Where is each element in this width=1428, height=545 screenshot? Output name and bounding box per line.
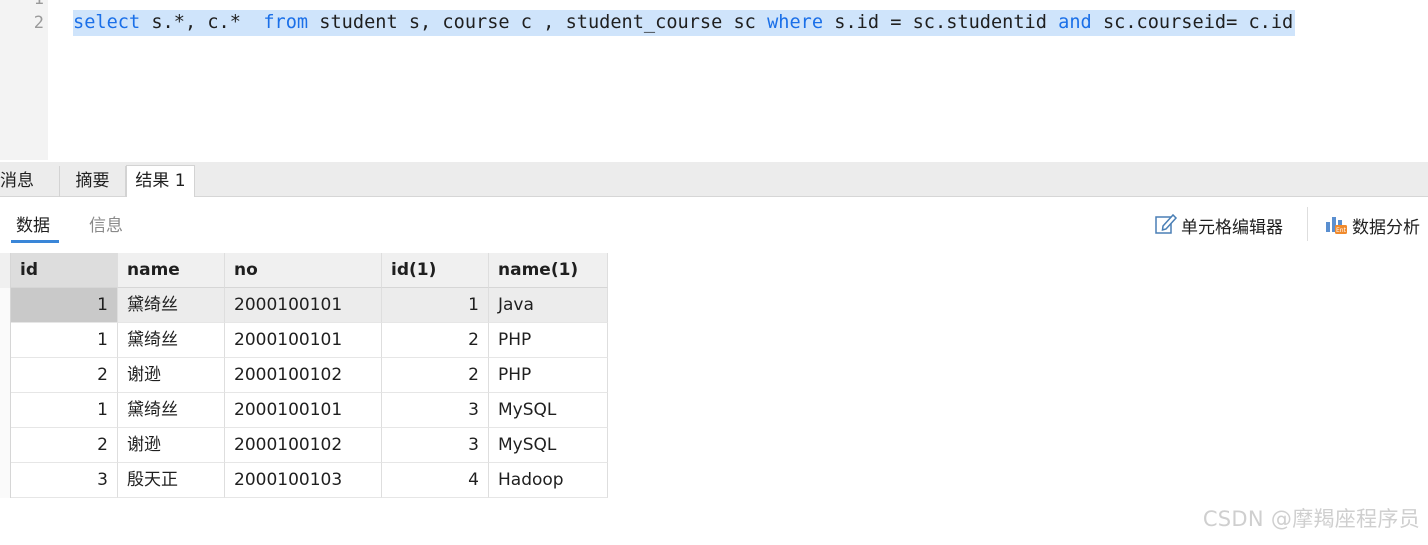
tab-result-1[interactable]: 结果 1 bbox=[126, 165, 195, 198]
cell-id[interactable]: 1 bbox=[11, 323, 118, 358]
pencil-icon bbox=[1154, 211, 1181, 240]
tab-summary[interactable]: 摘要 bbox=[60, 166, 126, 197]
navicat-query-window: 1 2 select s.*, c.* from student s, cour… bbox=[0, 0, 1428, 545]
toolbar-divider bbox=[1307, 207, 1308, 241]
cell-course-id[interactable]: 3 bbox=[382, 428, 489, 463]
cell-id[interactable]: 2 bbox=[11, 358, 118, 393]
cell-course-name[interactable]: MySQL bbox=[489, 393, 608, 428]
row-header[interactable] bbox=[0, 463, 11, 498]
table-row[interactable]: 1 黛绮丝 2000100101 1 Java bbox=[0, 288, 608, 323]
subtab-data[interactable]: 数据 bbox=[16, 215, 50, 237]
cell-no[interactable]: 2000100101 bbox=[225, 393, 382, 428]
cell-id[interactable]: 2 bbox=[11, 428, 118, 463]
cell-id[interactable]: 3 bbox=[11, 463, 118, 498]
cell-no[interactable]: 2000100101 bbox=[225, 288, 382, 323]
column-header-name-1[interactable]: name(1) bbox=[489, 253, 608, 288]
sql-code-line[interactable]: select s.*, c.* from student s, course c… bbox=[73, 10, 1296, 36]
table-row[interactable]: 2 谢逊 2000100102 3 MySQL bbox=[0, 428, 608, 463]
cell-id[interactable]: 1 bbox=[11, 288, 118, 323]
cell-course-id[interactable]: 3 bbox=[382, 393, 489, 428]
svg-text:Ent: Ent bbox=[1336, 227, 1347, 234]
cell-no[interactable]: 2000100101 bbox=[225, 323, 382, 358]
sql-editor[interactable]: 1 2 select s.*, c.* from student s, cour… bbox=[0, 0, 1428, 160]
data-analysis-label: 数据分析 bbox=[1352, 217, 1420, 238]
row-header[interactable] bbox=[0, 358, 11, 393]
line-number: 2 bbox=[33, 13, 44, 33]
cell-name[interactable]: 黛绮丝 bbox=[118, 288, 225, 323]
cell-editor-button[interactable]: 单元格编辑器 bbox=[1154, 212, 1283, 238]
table-row[interactable]: 1 黛绮丝 2000100101 2 PHP bbox=[0, 323, 608, 358]
sql-text: student s, course c , student_course sc bbox=[308, 12, 768, 33]
cell-id[interactable]: 1 bbox=[11, 393, 118, 428]
column-header-name[interactable]: name bbox=[118, 253, 225, 288]
table-row[interactable]: 1 黛绮丝 2000100101 3 MySQL bbox=[0, 393, 608, 428]
cell-name[interactable]: 谢逊 bbox=[118, 428, 225, 463]
watermark: CSDN @摩羯座程序员 bbox=[1202, 507, 1420, 531]
cell-course-id[interactable]: 1 bbox=[382, 288, 489, 323]
column-header-id[interactable]: id bbox=[11, 253, 118, 288]
sql-text: s.id = sc.studentid bbox=[823, 12, 1059, 33]
row-header[interactable] bbox=[0, 428, 11, 463]
sql-keyword: where bbox=[767, 12, 824, 33]
column-header-id-1[interactable]: id(1) bbox=[382, 253, 489, 288]
row-header[interactable] bbox=[0, 288, 11, 323]
cell-name[interactable]: 黛绮丝 bbox=[118, 393, 225, 428]
table-row[interactable]: 3 殷天正 2000100103 4 Hadoop bbox=[0, 463, 608, 498]
cell-no[interactable]: 2000100102 bbox=[225, 428, 382, 463]
cell-no[interactable]: 2000100102 bbox=[225, 358, 382, 393]
cell-name[interactable]: 黛绮丝 bbox=[118, 323, 225, 358]
grid-header-row: id name no id(1) name(1) bbox=[0, 253, 608, 288]
row-header bbox=[0, 253, 11, 288]
cell-course-name[interactable]: Hadoop bbox=[489, 463, 608, 498]
cell-course-name[interactable]: PHP bbox=[489, 323, 608, 358]
active-subtab-indicator bbox=[11, 240, 59, 243]
table-row[interactable]: 2 谢逊 2000100102 2 PHP bbox=[0, 358, 608, 393]
sql-keyword: select bbox=[73, 12, 141, 33]
row-header[interactable] bbox=[0, 393, 11, 428]
column-header-no[interactable]: no bbox=[225, 253, 382, 288]
cell-course-name[interactable]: MySQL bbox=[489, 428, 608, 463]
result-toolbar: 数据 信息 单元格编辑器 Ent 数据分析 bbox=[0, 197, 1428, 253]
cell-editor-label: 单元格编辑器 bbox=[1181, 217, 1283, 238]
sql-keyword: from bbox=[263, 12, 309, 33]
cell-course-name[interactable]: Java bbox=[489, 288, 608, 323]
cell-name[interactable]: 殷天正 bbox=[118, 463, 225, 498]
data-analysis-icon: Ent bbox=[1323, 210, 1352, 241]
cell-name[interactable]: 谢逊 bbox=[118, 358, 225, 393]
result-tab-bar: 消息 摘要 结果 1 bbox=[0, 162, 1428, 198]
sql-text: sc.courseid= c.id bbox=[1091, 12, 1294, 33]
cell-course-id[interactable]: 4 bbox=[382, 463, 489, 498]
row-header[interactable] bbox=[0, 323, 11, 358]
cell-course-id[interactable]: 2 bbox=[382, 358, 489, 393]
line-number-gutter: 1 2 bbox=[0, 0, 48, 160]
sql-text: s.*, c.* bbox=[140, 12, 264, 33]
data-analysis-button[interactable]: Ent 数据分析 bbox=[1323, 212, 1420, 238]
sql-keyword: and bbox=[1058, 12, 1092, 33]
cell-no[interactable]: 2000100103 bbox=[225, 463, 382, 498]
cell-course-id[interactable]: 2 bbox=[382, 323, 489, 358]
subtab-info[interactable]: 信息 bbox=[89, 215, 123, 237]
cell-course-name[interactable]: PHP bbox=[489, 358, 608, 393]
tab-messages[interactable]: 消息 bbox=[0, 166, 60, 197]
